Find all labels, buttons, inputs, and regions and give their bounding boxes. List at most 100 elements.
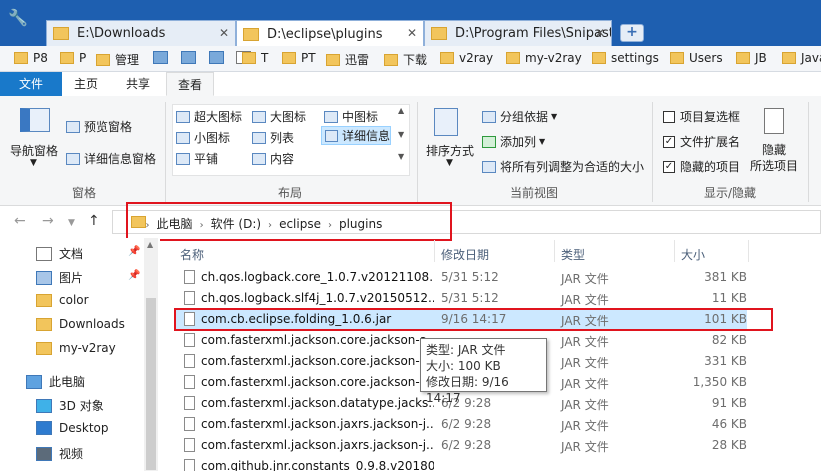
nav-item-pictures[interactable]: 图片 <box>36 269 83 286</box>
table-row[interactable]: ch.qos.logback.slf4j_1.0.7.v20150512... 5… <box>176 288 747 309</box>
hide-selected-button[interactable]: 隐藏 所选项目 <box>750 142 798 174</box>
bookmark-manage[interactable]: 管理 <box>96 51 139 68</box>
ribbon-tab-home[interactable]: 主页 <box>62 72 110 96</box>
nav-item-3d-objects[interactable]: 3D 对象 <box>36 397 104 414</box>
sort-by-button[interactable]: 排序方式 <box>426 142 474 159</box>
file-type: JAR 文件 <box>561 335 609 349</box>
bookmark-settings[interactable]: settings <box>592 51 659 65</box>
nav-item-color[interactable]: color <box>36 293 89 307</box>
nav-item-downloads[interactable]: Downloads <box>36 317 125 331</box>
bookmark-p[interactable]: P <box>60 51 86 65</box>
layout-extra-large-icons[interactable]: 超大图标 <box>176 108 242 125</box>
chevron-down-icon: ▼ <box>539 137 546 146</box>
layout-medium-icons[interactable]: 中图标 <box>324 108 378 125</box>
bookmark-java[interactable]: Java <box>782 51 821 65</box>
gallery-scroll-up[interactable]: ▲ <box>398 106 404 115</box>
file-name: ch.qos.logback.core_1.0.7.v20121108... <box>201 270 434 284</box>
chevron-down-icon: ▼ <box>446 158 453 168</box>
table-row[interactable]: ch.qos.logback.core_1.0.7.v20121108... 5/… <box>176 267 747 288</box>
folder-icon <box>282 52 296 64</box>
tab-snipaste[interactable]: D:\Program Files\Snipast ✕ <box>424 20 612 46</box>
nav-scrollbar-thumb[interactable] <box>146 298 156 470</box>
folder-icon <box>782 52 796 64</box>
file-info-tooltip: 类型: JAR 文件 大小: 100 KB 修改日期: 9/16 14:17 <box>420 338 547 405</box>
new-tab-button[interactable]: + <box>620 24 644 42</box>
column-header-size[interactable]: 大小 <box>681 246 705 263</box>
nav-item-videos[interactable]: 视频 <box>36 445 83 462</box>
close-icon[interactable]: ✕ <box>595 26 605 40</box>
contact-card-icon <box>153 51 168 64</box>
bookmark-t[interactable]: T <box>242 51 268 65</box>
window-icon <box>209 51 224 64</box>
file-extensions-toggle[interactable]: ✓ 文件扩展名 <box>663 133 740 150</box>
gallery-expand[interactable]: ▼ <box>398 152 404 161</box>
file-icon <box>184 333 195 347</box>
back-arrow-icon[interactable]: ← <box>14 213 26 229</box>
bookmark-users[interactable]: Users <box>670 51 723 65</box>
bookmark-xunlei[interactable]: 迅雷 <box>326 51 369 68</box>
wrench-icon[interactable]: 🔧 <box>8 8 28 27</box>
layout-content[interactable]: 内容 <box>252 150 294 167</box>
table-row[interactable]: com.github.jnr.constants_0.9.8.v20180... <box>176 456 747 471</box>
ribbon-tab-file[interactable]: 文件 <box>0 72 62 96</box>
content-icon <box>252 152 266 165</box>
navigation-pane-button[interactable]: 导航窗格 <box>10 142 58 159</box>
close-icon[interactable]: ✕ <box>219 26 229 40</box>
column-header-type[interactable]: 类型 <box>561 246 585 263</box>
bookmark-label: 管理 <box>115 53 140 67</box>
nav-item-label: 视频 <box>59 447 84 461</box>
nav-item-this-pc[interactable]: 此电脑 <box>26 373 85 390</box>
tab-plugins[interactable]: D:\eclipse\plugins ✕ <box>236 20 424 47</box>
file-name: com.fasterxml.jackson.core.jackson-a... <box>201 333 434 347</box>
forward-arrow-icon[interactable]: → <box>42 213 54 229</box>
item-checkboxes-toggle[interactable]: 项目复选框 <box>663 108 740 125</box>
show-hide-group-label: 显示/隐藏 <box>704 186 757 200</box>
recent-locations-icon[interactable]: ▼ <box>68 218 75 228</box>
hidden-items-toggle[interactable]: ✓ 隐藏的项目 <box>663 158 740 175</box>
preview-pane-icon <box>66 120 80 133</box>
details-pane-button[interactable]: 详细信息窗格 <box>66 150 156 167</box>
layout-tiles[interactable]: 平铺 <box>176 150 218 167</box>
hidden-items-label: 隐藏的项目 <box>680 160 741 174</box>
bookmark-v2ray[interactable]: v2ray <box>440 51 493 65</box>
group-by-button[interactable]: 分组依据 ▼ <box>482 108 557 125</box>
pin-icon[interactable]: 📌 <box>128 246 140 257</box>
column-header-name[interactable]: 名称 <box>180 246 204 263</box>
ribbon-tab-share[interactable]: 共享 <box>112 72 164 96</box>
folder-icon <box>670 52 684 64</box>
ribbon-tab-view[interactable]: 查看 <box>166 72 214 96</box>
nav-item-documents[interactable]: 文档 <box>36 245 83 262</box>
pin-icon[interactable]: 📌 <box>128 270 140 281</box>
table-row[interactable]: com.fasterxml.jackson.jaxrs.jackson-j...… <box>176 435 747 456</box>
bookmark-my-v2ray[interactable]: my-v2ray <box>506 51 582 65</box>
preview-pane-button[interactable]: 预览窗格 <box>66 118 132 135</box>
file-type: JAR 文件 <box>561 377 609 391</box>
add-columns-label: 添加列 <box>500 135 537 149</box>
layout-large-icons[interactable]: 大图标 <box>252 108 306 125</box>
close-icon[interactable]: ✕ <box>407 26 417 40</box>
bookmark-pt[interactable]: PT <box>282 51 316 65</box>
video-icon <box>36 446 52 461</box>
tiles-icon <box>176 152 190 165</box>
nav-item-my-v2ray[interactable]: my-v2ray <box>36 341 116 355</box>
layout-small-icons[interactable]: 小图标 <box>176 129 230 146</box>
bookmark-window[interactable] <box>209 51 229 64</box>
bookmark-monitor[interactable] <box>181 51 201 64</box>
bookmark-contact[interactable] <box>153 51 173 64</box>
column-header-date[interactable]: 修改日期 <box>441 246 489 263</box>
layout-list[interactable]: 列表 <box>252 129 294 146</box>
scroll-up-icon[interactable]: ▲ <box>147 240 153 249</box>
gallery-scroll-down[interactable]: ▼ <box>398 130 404 139</box>
layout-details[interactable]: 详细信息 <box>321 126 391 145</box>
bookmark-jb[interactable]: JB <box>736 51 767 65</box>
tab-downloads[interactable]: E:\Downloads ✕ <box>46 20 236 46</box>
bookmark-p8[interactable]: P8 <box>14 51 48 65</box>
bookmark-download[interactable]: 下载 <box>384 51 427 68</box>
up-arrow-icon[interactable]: ↑ <box>88 213 100 229</box>
nav-item-desktop[interactable]: Desktop <box>36 421 109 435</box>
folder-icon <box>53 27 69 40</box>
divider <box>554 240 555 262</box>
size-all-columns-button[interactable]: 将所有列调整为合适的大小 <box>482 158 644 175</box>
add-columns-button[interactable]: 添加列 ▼ <box>482 133 545 150</box>
table-row[interactable]: com.fasterxml.jackson.jaxrs.jackson-j...… <box>176 414 747 435</box>
